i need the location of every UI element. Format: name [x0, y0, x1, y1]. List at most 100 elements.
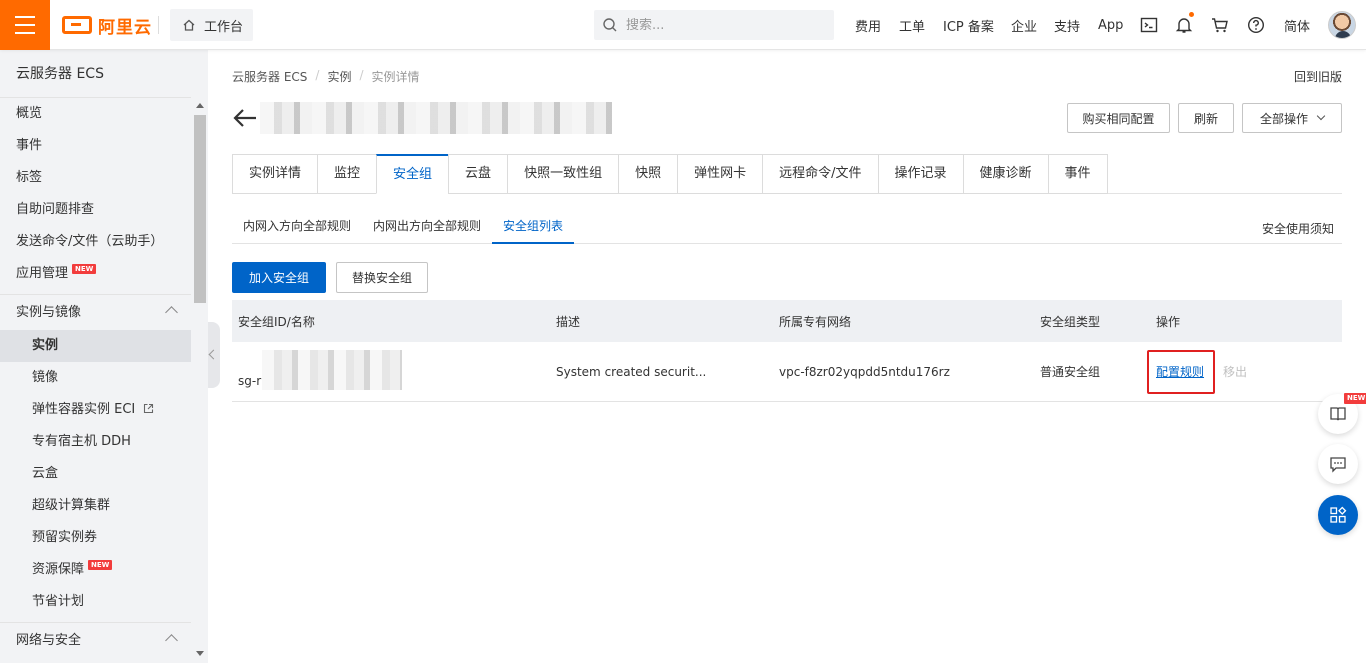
table-header: 安全组ID/名称 描述 所属专有网络 安全组类型 操作 — [232, 300, 1342, 342]
column-header-vpc: 所属专有网络 — [779, 314, 852, 329]
workbench-button[interactable]: 工作台 — [170, 9, 253, 41]
sidebar-title: 云服务器 ECS — [0, 50, 208, 98]
search-box[interactable] — [594, 10, 834, 40]
apps-grid-icon — [1330, 506, 1347, 523]
sidebar-item-label: 应用管理 — [16, 266, 69, 281]
sidebar-collapse-handle[interactable] — [208, 322, 220, 388]
sidebar-item-app-management[interactable]: 应用管理 NEW — [0, 258, 208, 290]
back-to-old-version-link[interactable]: 回到旧版 — [1294, 68, 1342, 85]
sidebar-item-resource-assurance[interactable]: 资源保障 NEW — [0, 554, 208, 586]
search-icon — [603, 18, 617, 32]
new-badge: NEW — [72, 264, 97, 274]
aliyun-logo[interactable]: 阿里云 — [62, 13, 152, 38]
subtab-inbound-rules[interactable]: 内网入方向全部规则 — [232, 212, 362, 244]
new-badge: NEW — [1344, 393, 1366, 404]
column-header-id: 安全组ID/名称 — [238, 314, 315, 329]
security-subtabs: 内网入方向全部规则 内网出方向全部规则 安全组列表 — [232, 212, 575, 244]
workbench-label: 工作台 — [204, 19, 244, 35]
sidebar-item-send-command[interactable]: 发送命令/文件（云助手） — [0, 226, 208, 258]
sidebar-item-reserved-instances[interactable]: 预留实例券 — [0, 522, 208, 554]
sidebar-item-events[interactable]: 事件 — [0, 130, 208, 162]
all-operations-label: 全部操作 — [1259, 111, 1308, 126]
sidebar-item-label: 资源保障 — [32, 562, 85, 577]
sidebar-item-instances[interactable]: 实例 — [0, 330, 208, 362]
chevron-up-icon — [165, 306, 178, 319]
breadcrumb-instances[interactable]: 实例 — [327, 68, 351, 85]
tab-disks[interactable]: 云盘 — [448, 154, 508, 194]
tab-remote-commands[interactable]: 远程命令/文件 — [762, 154, 878, 194]
top-bar: 阿里云 工作台 费用 工单 ICP 备案 企业 支持 App 简体 — [0, 0, 1366, 50]
terminal-icon[interactable] — [1139, 15, 1159, 35]
sidebar-item-ddh[interactable]: 专有宿主机 DDH — [0, 426, 208, 458]
notification-dot — [1189, 12, 1194, 17]
breadcrumb: 云服务器 ECS / 实例 / 实例详情 — [232, 68, 420, 85]
chevron-up-icon — [165, 634, 178, 647]
sidebar-item-super-computing[interactable]: 超级计算集群 — [0, 490, 208, 522]
home-icon — [183, 19, 195, 31]
help-icon[interactable] — [1246, 15, 1266, 35]
nav-tickets[interactable]: 工单 — [899, 0, 925, 50]
menu-icon[interactable] — [0, 0, 50, 50]
external-link-icon — [144, 403, 154, 414]
sidebar-item-images[interactable]: 镜像 — [0, 362, 208, 394]
tab-health-diagnosis[interactable]: 健康诊断 — [962, 154, 1048, 194]
sidebar-item-overview[interactable]: 概览 — [0, 98, 208, 130]
highlight-box — [1147, 350, 1215, 394]
nav-icp[interactable]: ICP 备案 — [943, 0, 994, 50]
all-operations-dropdown[interactable]: 全部操作 — [1242, 103, 1342, 133]
add-security-group-button[interactable]: 加入安全组 — [232, 262, 326, 293]
tab-snapshot-consistency-groups[interactable]: 快照一致性组 — [507, 154, 619, 194]
refresh-button[interactable]: 刷新 — [1178, 103, 1234, 133]
breadcrumb-current: 实例详情 — [371, 70, 420, 84]
sidebar-item-cloud-box[interactable]: 云盒 — [0, 458, 208, 490]
column-header-type: 安全组类型 — [1040, 314, 1101, 329]
sidebar-item-troubleshoot[interactable]: 自助问题排查 — [0, 194, 208, 226]
nav-app[interactable]: App — [1098, 0, 1123, 50]
tab-snapshots[interactable]: 快照 — [618, 154, 678, 194]
subtab-security-group-list[interactable]: 安全组列表 — [492, 212, 575, 244]
sidebar: 云服务器 ECS 概览 事件 标签 自助问题排查 发送命令/文件（云助手） 应用… — [0, 50, 208, 663]
buy-same-config-button[interactable]: 购买相同配置 — [1067, 103, 1170, 133]
security-group-id-redacted — [262, 350, 402, 390]
bell-icon[interactable] — [1174, 15, 1194, 35]
sidebar-item-tags[interactable]: 标签 — [0, 162, 208, 194]
nav-fees[interactable]: 费用 — [855, 0, 881, 50]
scroll-up-icon[interactable] — [196, 103, 204, 108]
scroll-down-icon[interactable] — [196, 651, 204, 656]
tab-events[interactable]: 事件 — [1047, 154, 1108, 194]
security-group-id[interactable]: sg-r — [238, 351, 261, 410]
remove-label: 移出 — [1223, 365, 1248, 379]
logo-mark-icon — [62, 16, 92, 34]
remove-link-disabled: 移出 — [1223, 342, 1247, 401]
replace-security-group-button[interactable]: 替换安全组 — [336, 262, 428, 293]
tab-monitoring[interactable]: 监控 — [317, 154, 377, 194]
feedback-button[interactable] — [1318, 444, 1358, 484]
divider — [158, 16, 159, 34]
sidebar-scroll-thumb[interactable] — [194, 115, 206, 303]
security-notice-link[interactable]: 安全使用须知 — [1262, 220, 1334, 237]
language-switch[interactable]: 简体 — [1284, 0, 1310, 50]
security-group-vpc[interactable]: vpc-f8zr02yqpdd5ntdu176rz — [779, 342, 950, 401]
instance-tabs: 实例详情 监控 安全组 云盘 快照一致性组 快照 弹性网卡 远程命令/文件 操作… — [232, 154, 1108, 194]
tab-enis[interactable]: 弹性网卡 — [677, 154, 763, 194]
sidebar-item-eci[interactable]: 弹性容器实例 ECI — [0, 394, 208, 426]
breadcrumb-ecs[interactable]: 云服务器 ECS — [232, 68, 307, 85]
tab-security-groups[interactable]: 安全组 — [376, 154, 449, 194]
sidebar-group-label: 网络与安全 — [16, 633, 82, 648]
tab-instance-details[interactable]: 实例详情 — [232, 154, 318, 194]
sidebar-group-network-security[interactable]: 网络与安全 — [0, 622, 208, 658]
breadcrumb-separator: / — [315, 68, 320, 82]
nav-support[interactable]: 支持 — [1054, 0, 1080, 50]
breadcrumb-separator: / — [359, 68, 364, 82]
subtab-outbound-rules[interactable]: 内网出方向全部规则 — [362, 212, 492, 244]
sidebar-group-instances-images[interactable]: 实例与镜像 — [0, 294, 208, 330]
apps-button[interactable] — [1318, 495, 1358, 535]
cart-icon[interactable] — [1210, 15, 1230, 35]
back-arrow-icon[interactable] — [232, 106, 258, 130]
tab-operation-logs[interactable]: 操作记录 — [877, 154, 963, 194]
nav-enterprise[interactable]: 企业 — [1011, 0, 1037, 50]
sidebar-item-savings-plan[interactable]: 节省计划 — [0, 586, 208, 618]
search-input[interactable] — [626, 17, 816, 33]
chat-icon — [1330, 457, 1346, 473]
avatar[interactable] — [1328, 11, 1356, 39]
